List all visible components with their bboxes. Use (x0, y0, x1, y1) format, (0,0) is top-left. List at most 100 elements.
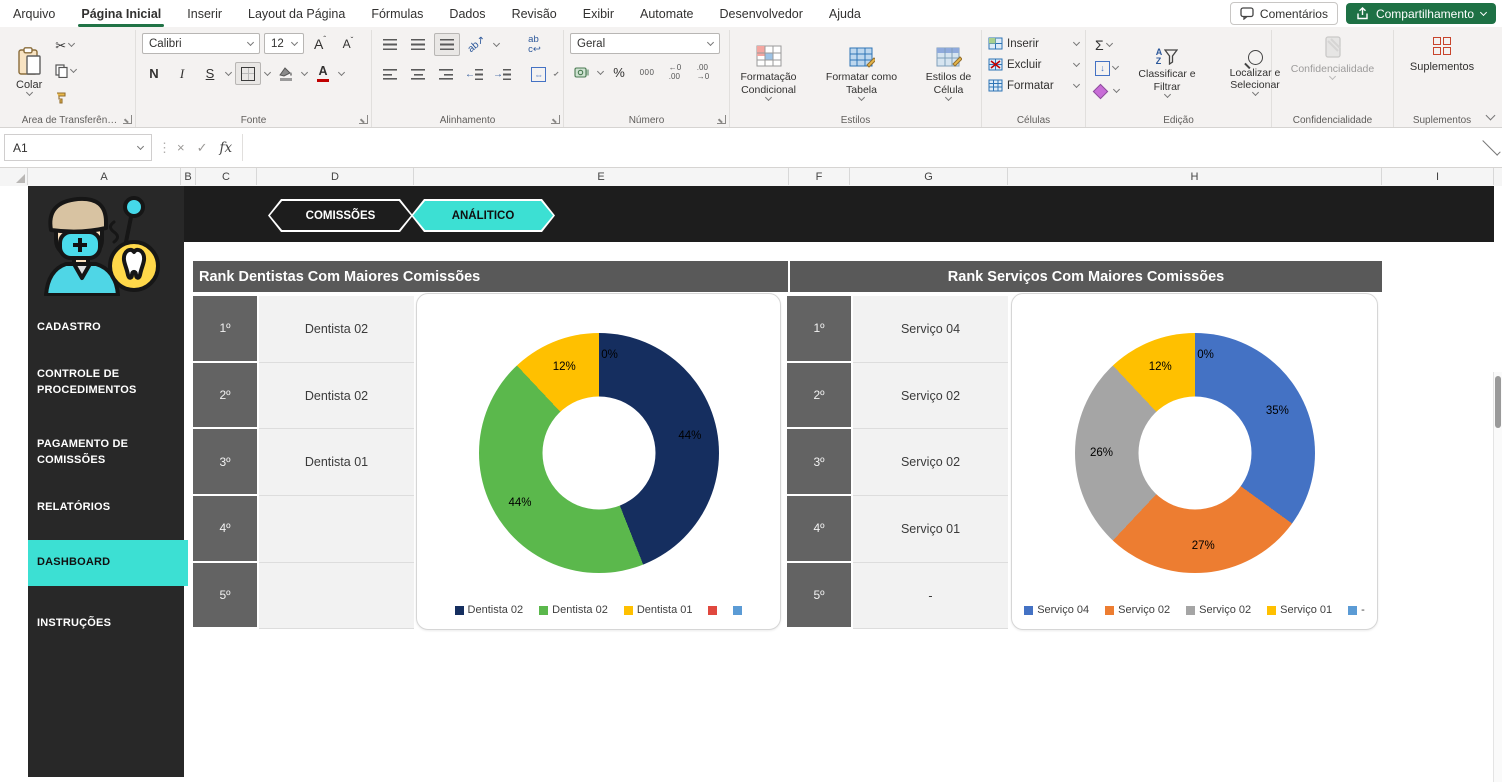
service-rank-cell-1[interactable]: 1º (787, 296, 851, 361)
dentist-name-cell-3[interactable]: Dentista 01 (259, 429, 414, 496)
alignment-dialog-launcher[interactable] (551, 115, 560, 124)
dentist-rank-cell-1[interactable]: 1º (193, 296, 257, 361)
service-rank-cell-2[interactable]: 2º (787, 363, 851, 428)
service-chart-card[interactable]: 35%27%26%12%0%Serviço 04Serviço 02Serviç… (1011, 293, 1378, 630)
dentist-rank-cell-3[interactable]: 3º (193, 429, 257, 494)
delete-cells-button[interactable]: Excluir (988, 54, 1079, 75)
menu-tab-layout-da-pagina[interactable]: Layout da Página (235, 0, 358, 27)
bold-button[interactable]: N (142, 63, 166, 84)
comments-button[interactable]: Comentários (1230, 2, 1338, 25)
service-rank-cell-5[interactable]: 5º (787, 563, 851, 628)
service-name-cell-5[interactable]: - (853, 563, 1008, 630)
cancel-entry-icon[interactable]: × (177, 140, 185, 155)
menu-tab-automate[interactable]: Automate (627, 0, 707, 27)
font-color-chevron-icon[interactable] (338, 68, 345, 75)
vertical-scrollbar[interactable] (1493, 372, 1502, 782)
borders-button[interactable] (235, 62, 261, 85)
insert-cells-button[interactable]: Inserir (988, 33, 1079, 54)
conditional-formatting-button[interactable]: Formatação Condicional (727, 33, 811, 112)
fill-color-chevron-icon[interactable] (301, 68, 308, 75)
column-header-f[interactable]: F (789, 168, 850, 185)
column-header-b[interactable]: B (181, 168, 196, 185)
confirm-entry-icon[interactable]: ✓ (197, 140, 208, 156)
dentist-rank-cell-2[interactable]: 2º (193, 363, 257, 428)
clipboard-dialog-launcher[interactable] (123, 115, 132, 124)
dentist-name-cell-5[interactable] (259, 563, 414, 630)
expand-formula-bar-chevron[interactable] (1482, 137, 1500, 155)
sidebar-item-dashboard[interactable]: DASHBOARD (28, 540, 188, 586)
format-as-table-button[interactable]: Formatar como Tabela (817, 33, 907, 112)
share-button[interactable]: Compartilhamento (1346, 3, 1496, 24)
align-bottom-button[interactable] (434, 33, 460, 56)
orientation-button[interactable]: ab↗ (464, 34, 490, 55)
menu-tab-desenvolvedor[interactable]: Desenvolvedor (707, 0, 816, 27)
column-header-g[interactable]: G (850, 168, 1008, 185)
menu-tab-inserir[interactable]: Inserir (174, 0, 235, 27)
column-header-i[interactable]: I (1382, 168, 1494, 185)
sidebar-item-controle-de-procedimentos[interactable]: CONTROLE DE PROCEDIMENTOS (28, 366, 185, 400)
name-box[interactable]: A1 (4, 134, 152, 161)
formula-input[interactable] (242, 134, 1481, 161)
increase-decimal-button[interactable]: ←0.00 (663, 62, 687, 83)
service-name-cell-2[interactable]: Serviço 02 (853, 363, 1008, 430)
insert-function-button[interactable]: fx (220, 140, 233, 156)
column-header-c[interactable]: C (196, 168, 257, 185)
comma-style-button[interactable]: 000 (635, 62, 659, 83)
menu-tab-ajuda[interactable]: Ajuda (816, 0, 874, 27)
column-header-e[interactable]: E (414, 168, 789, 185)
menu-tab-exibir[interactable]: Exibir (570, 0, 627, 27)
service-name-cell-1[interactable]: Serviço 04 (853, 296, 1008, 363)
increase-font-button[interactable]: Aˆ (308, 33, 332, 54)
align-right-button[interactable] (434, 64, 458, 85)
paste-button[interactable]: Colar (10, 45, 48, 97)
vertical-scrollbar-thumb[interactable] (1495, 376, 1501, 428)
format-painter-button[interactable] (52, 87, 79, 107)
column-header-a[interactable]: A (28, 168, 181, 185)
menu-tab-revisao[interactable]: Revisão (499, 0, 570, 27)
dentist-chart-card[interactable]: 44%44%12%0%Dentista 02Dentista 02Dentist… (416, 293, 781, 630)
orientation-chevron-icon[interactable] (492, 39, 499, 46)
align-top-button[interactable] (378, 34, 402, 55)
font-name-select[interactable]: Calibri (142, 33, 260, 54)
number-dialog-launcher[interactable] (717, 115, 726, 124)
borders-chevron-icon[interactable] (264, 68, 271, 75)
column-header-h[interactable]: H (1008, 168, 1382, 185)
sidebar-item-instrucoes[interactable]: INSTRUÇÕES (28, 614, 185, 634)
sidebar-item-cadastro[interactable]: CADASTRO (28, 318, 185, 338)
nav-tab-analitico[interactable]: ANÁLITICO (411, 199, 555, 232)
menu-tab-dados[interactable]: Dados (436, 0, 498, 27)
service-rank-cell-4[interactable]: 4º (787, 496, 851, 561)
font-size-select[interactable]: 12 (264, 33, 304, 54)
autosum-button[interactable]: Σ (1092, 35, 1122, 55)
font-color-button[interactable]: A (311, 63, 335, 84)
select-all-corner[interactable] (0, 168, 28, 185)
format-cells-button[interactable]: Formatar (988, 75, 1079, 96)
addins-button[interactable]: Suplementos (1400, 35, 1484, 75)
service-name-cell-3[interactable]: Serviço 02 (853, 429, 1008, 496)
currency-button[interactable] (570, 62, 594, 83)
sidebar-item-pagamento-de-comissoes[interactable]: PAGAMENTO DE COMISSÕES (28, 436, 185, 470)
fill-button[interactable]: ↓ (1092, 58, 1122, 78)
menu-tab-formulas[interactable]: Fórmulas (358, 0, 436, 27)
number-format-select[interactable]: Geral (570, 33, 720, 54)
increase-indent-button[interactable]: → (490, 64, 514, 85)
merge-chevron-icon[interactable] (553, 70, 558, 75)
service-name-cell-4[interactable]: Serviço 01 (853, 496, 1008, 563)
dentist-name-cell-1[interactable]: Dentista 02 (259, 296, 414, 363)
decrease-font-button[interactable]: Aˇ (336, 33, 360, 54)
dentist-name-cell-2[interactable]: Dentista 02 (259, 363, 414, 430)
dentist-rank-cell-5[interactable]: 5º (193, 563, 257, 628)
currency-chevron-icon[interactable] (597, 67, 604, 74)
decrease-indent-button[interactable]: ← (462, 64, 486, 85)
copy-button[interactable] (52, 61, 79, 81)
sort-filter-button[interactable]: AZ Classificar e Filtrar (1126, 33, 1208, 112)
wrap-text-button[interactable]: abc↩ (523, 34, 547, 55)
align-center-button[interactable] (406, 64, 430, 85)
column-header-d[interactable]: D (257, 168, 414, 185)
menu-tab-arquivo[interactable]: Arquivo (0, 0, 68, 27)
dentist-name-cell-4[interactable] (259, 496, 414, 563)
merge-center-button[interactable]: ⇔ (527, 64, 551, 85)
nav-tab-comissoes[interactable]: COMISSÕES (268, 199, 413, 232)
percent-button[interactable]: % (607, 62, 631, 83)
decrease-decimal-button[interactable]: .00→0 (691, 62, 715, 83)
